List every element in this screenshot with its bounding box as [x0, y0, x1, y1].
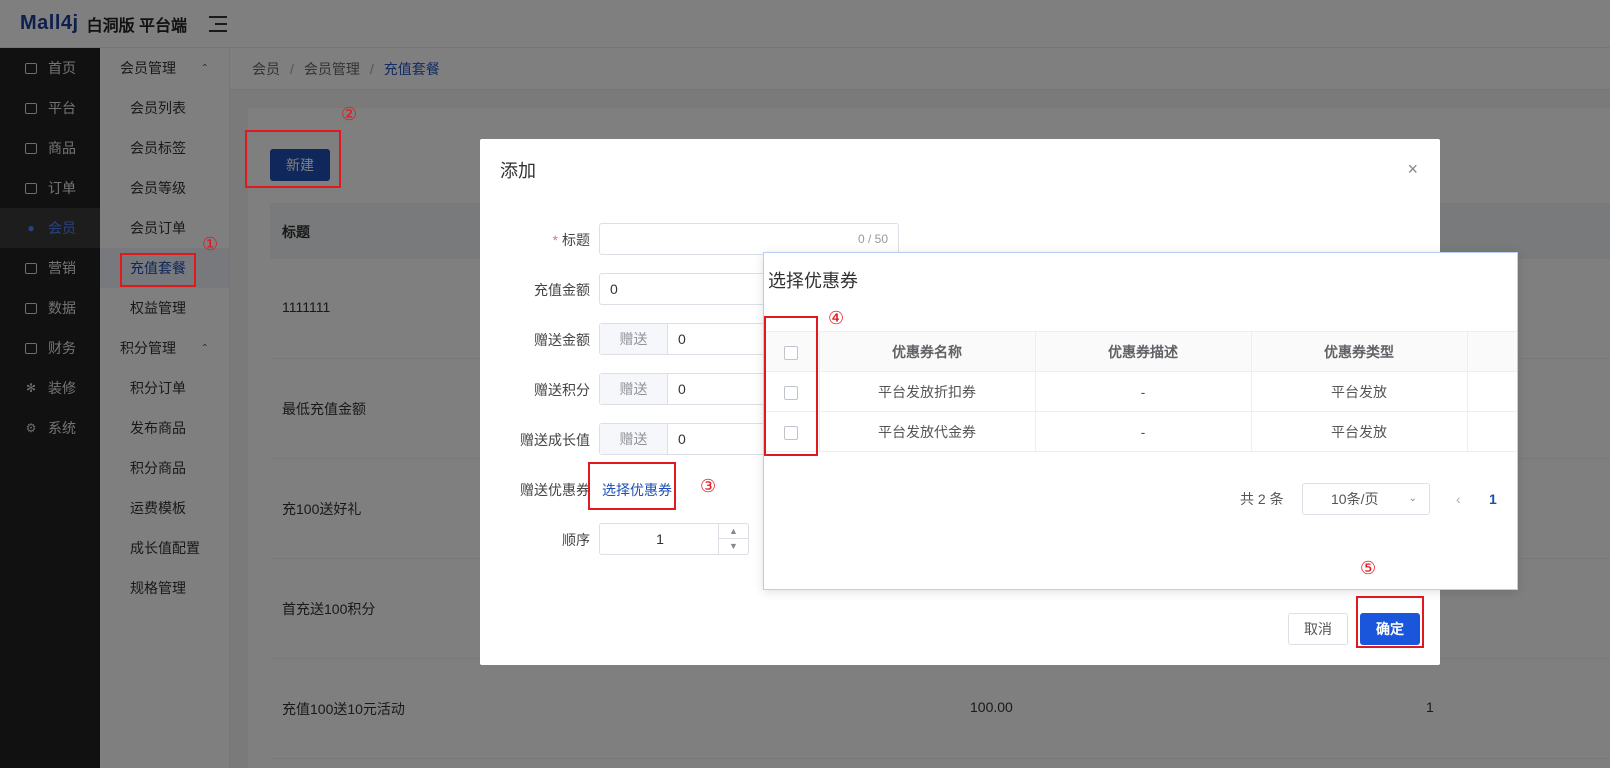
current-page[interactable]: 1 — [1489, 483, 1497, 515]
coupon-select-popup: 选择优惠券 优惠券名称 优惠券描述 优惠券类型 平台发放折扣券 - 平台发放 平… — [763, 252, 1518, 590]
annotation-box-1 — [120, 253, 196, 287]
chevron-down-icon: ⌄ — [1408, 493, 1417, 504]
close-icon[interactable]: × — [1407, 159, 1418, 180]
gift-growth-input[interactable]: 赠送 0 — [599, 423, 769, 455]
title-counter: 0 / 50 — [857, 232, 888, 246]
annotation-marker-1: ① — [202, 234, 219, 254]
title-input[interactable]: 0 / 50 — [599, 223, 899, 255]
pagination-total: 共 2 条 — [1240, 491, 1284, 507]
annotation-box-4 — [764, 316, 818, 456]
cancel-button[interactable]: 取消 — [1288, 613, 1348, 645]
table-row[interactable]: 平台发放折扣券 - 平台发放 — [764, 371, 1517, 412]
annotation-marker-5: ⑤ — [1360, 558, 1377, 578]
amount-label: 充值金额 — [534, 282, 590, 298]
annotation-marker-3: ③ — [700, 476, 717, 496]
prev-page-icon[interactable]: ‹ — [1456, 483, 1461, 515]
gift-amount-input[interactable]: 赠送 0 — [599, 323, 769, 355]
stepper-down-icon[interactable]: ▼ — [718, 539, 748, 554]
gift-coupon-label: 赠送优惠券 — [520, 482, 590, 498]
coupon-table-header: 优惠券名称 优惠券描述 优惠券类型 — [764, 331, 1517, 372]
gift-points-label: 赠送积分 — [534, 382, 590, 398]
amount-input[interactable]: 0 — [599, 273, 769, 305]
stepper-up-icon[interactable]: ▲ — [718, 524, 748, 539]
gift-growth-label: 赠送成长值 — [520, 432, 590, 448]
col-coupon-name: 优惠券名称 — [819, 331, 1036, 372]
order-label: 顺序 — [562, 532, 590, 548]
title-label: * 标题 — [552, 232, 590, 248]
dialog-title: 添加 — [500, 161, 536, 181]
table-row[interactable]: 平台发放代金券 - 平台发放 — [764, 411, 1517, 452]
annotation-box-3 — [588, 462, 676, 510]
coupon-table: 优惠券名称 优惠券描述 优惠券类型 平台发放折扣券 - 平台发放 平台发放代金券… — [764, 331, 1517, 452]
col-coupon-type: 优惠券类型 — [1251, 331, 1468, 372]
col-coupon-desc: 优惠券描述 — [1035, 331, 1252, 372]
coupon-popup-title: 选择优惠券 — [768, 271, 858, 291]
annotation-box-2 — [245, 130, 341, 188]
annotation-box-5 — [1356, 596, 1424, 648]
gift-points-input[interactable]: 赠送 0 — [599, 373, 769, 405]
gift-amount-label: 赠送金额 — [534, 332, 590, 348]
order-stepper[interactable]: 1 ▲ ▼ — [599, 523, 749, 555]
annotation-marker-4: ④ — [828, 308, 845, 328]
page-size-select[interactable]: 10条/页 ⌄ — [1302, 483, 1430, 515]
annotation-marker-2: ② — [341, 104, 358, 124]
